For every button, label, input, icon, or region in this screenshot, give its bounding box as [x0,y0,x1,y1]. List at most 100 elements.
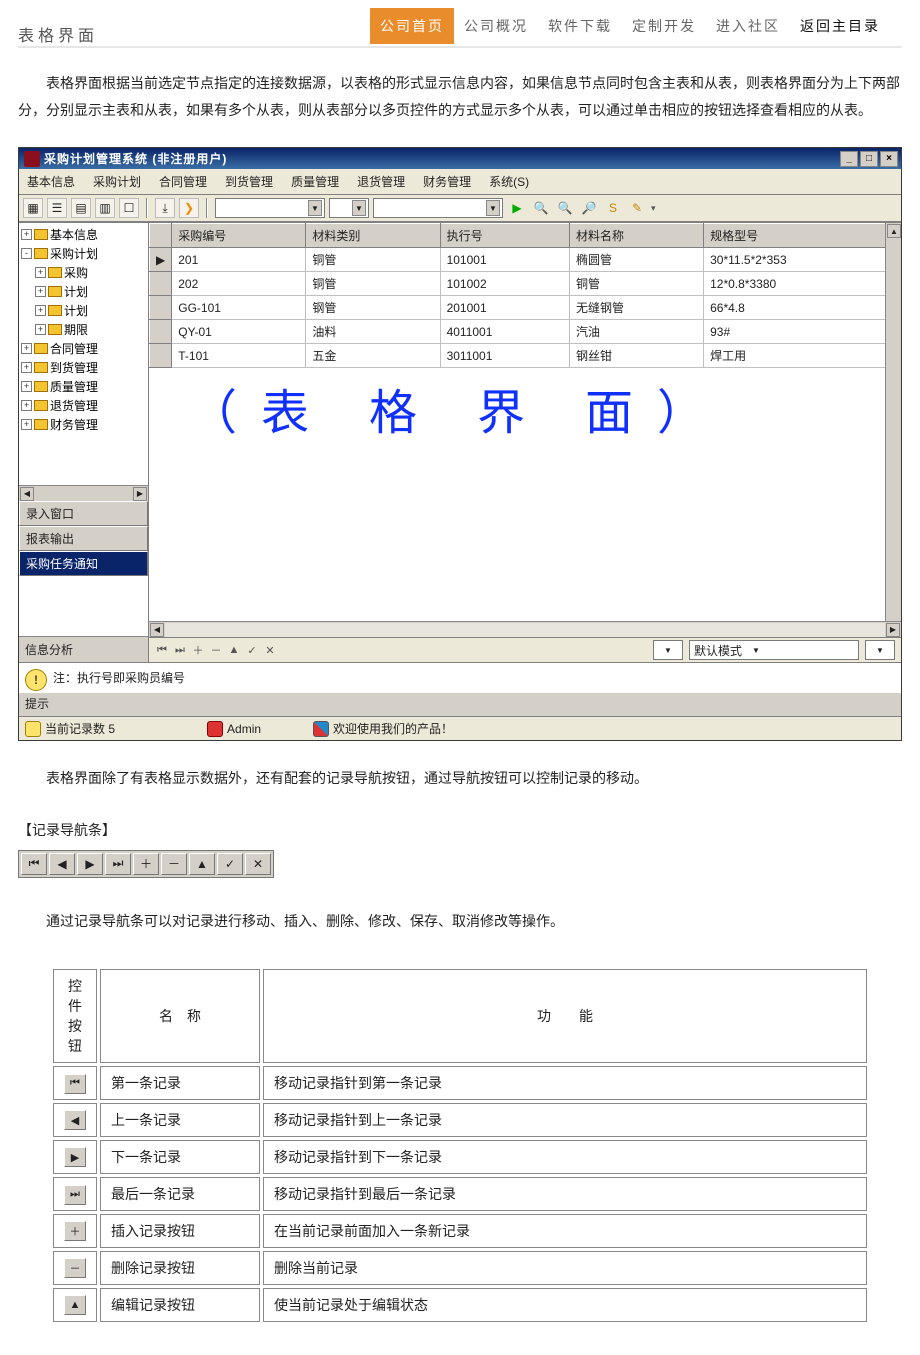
grid-cell[interactable]: GG-101 [172,296,306,320]
grid-cell[interactable]: 201001 [440,296,569,320]
menu-purchase-plan[interactable]: 采购计划 [93,173,141,190]
toolbar-btn-4[interactable]: ▥ [95,198,115,218]
menu-finance[interactable]: 财务管理 [423,173,471,190]
nav-edit-icon[interactable]: ▲ [227,644,241,656]
recnav-button[interactable]: － [161,853,187,875]
grid-cell[interactable]: 202 [172,272,306,296]
tree-expand-icon[interactable]: + [35,286,46,297]
mode-dropdown[interactable]: 默认模式 ▼ [689,640,859,660]
menu-return[interactable]: 退货管理 [357,173,405,190]
grid-cell[interactable]: QY-01 [172,320,306,344]
grid-cell[interactable]: 30*11.5*2*353 [704,248,901,272]
sidebar-button[interactable]: 报表输出 [19,526,148,551]
grid-cell[interactable]: 201 [172,248,306,272]
toolbar-dropdown-1[interactable]: ▼ [215,198,325,218]
toolbar-export-icon[interactable]: ⤓ [155,198,175,218]
recnav-button[interactable]: ◀ [49,853,75,875]
menu-quality[interactable]: 质量管理 [291,173,339,190]
tree-expand-icon[interactable]: + [35,267,46,278]
tree-item[interactable]: +期限 [21,320,146,339]
table-row[interactable]: T-101五金3011001钢丝钳焊工用 [150,344,901,368]
recnav-button[interactable]: ⏮ [21,853,47,875]
scroll-left-icon[interactable]: ◀ [20,487,34,501]
tree-expand-icon[interactable]: + [21,229,32,240]
tree-expand-icon[interactable]: - [21,248,32,259]
grid-cell[interactable]: 铜管 [306,272,440,296]
recnav-button[interactable]: ✕ [245,853,271,875]
tree-item[interactable]: -采购计划 [21,244,146,263]
zoom-icon[interactable]: 🔎 [579,198,599,218]
tree-item[interactable]: +计划 [21,301,146,320]
toolbar-btn-3[interactable]: ▤ [71,198,91,218]
close-button[interactable]: × [880,151,898,167]
sidebar-button[interactable]: 采购任务通知 [19,551,148,576]
tree-item[interactable]: +计划 [21,282,146,301]
grid-cell[interactable]: 66*4.8 [704,296,901,320]
grid-cell[interactable]: 4011001 [440,320,569,344]
nav-minus-icon[interactable]: － [209,642,223,658]
tree-expand-icon[interactable]: + [21,381,32,392]
grid-cell[interactable]: 101001 [440,248,569,272]
grid-cell[interactable]: 12*0.8*3380 [704,272,901,296]
toolbar-btn-1[interactable]: ▦ [23,198,43,218]
grid-vscroll[interactable]: ▲ [885,223,901,621]
nav-ok-icon[interactable]: ✓ [245,644,259,657]
tree-item[interactable]: +质量管理 [21,377,146,396]
scroll-up-icon[interactable]: ▲ [887,224,901,238]
grid-cell[interactable]: 焊工用 [704,344,901,368]
table-row[interactable]: QY-01油料4011001汽油93# [150,320,901,344]
maximize-button[interactable]: □ [860,151,878,167]
s-icon[interactable]: S [603,198,623,218]
minimize-button[interactable]: _ [840,151,858,167]
nav-first-icon[interactable]: ⏮ [155,644,169,657]
grid-cell[interactable]: 油料 [306,320,440,344]
recnav-button[interactable]: ⏭ [105,853,131,875]
toolbar-btn-2[interactable]: ☰ [47,198,67,218]
grid-cell[interactable]: 椭圆管 [569,248,703,272]
pencil-icon[interactable]: ✎ [627,198,647,218]
recnav-button[interactable]: ＋ [133,853,159,875]
nav-add-icon[interactable]: ＋ [191,642,205,658]
grid-cell[interactable]: 铜管 [306,248,440,272]
tree-item[interactable]: +采购 [21,263,146,282]
toolbar-dropdown-2[interactable]: ▼ [329,198,369,218]
grid-cell[interactable]: T-101 [172,344,306,368]
sidebar-button[interactable]: 录入窗口 [19,501,148,526]
menu-arrive[interactable]: 到货管理 [225,173,273,190]
toolbar-arrow-icon[interactable]: ❯ [179,198,199,218]
scroll-right-icon[interactable]: ▶ [133,487,147,501]
search-icon[interactable]: 🔍 [531,198,551,218]
grid-column-header[interactable]: 采购编号 [172,224,306,248]
menu-contract[interactable]: 合同管理 [159,173,207,190]
scroll-left-icon[interactable]: ◀ [150,623,164,637]
data-grid[interactable]: 采购编号材料类别执行号材料名称规格型号 ▶201铜管101001椭圆管30*11… [149,223,901,368]
recnav-button[interactable]: ▶ [77,853,103,875]
nav-about[interactable]: 公司概况 [454,8,538,44]
tree-view[interactable]: +基本信息-采购计划+采购+计划+计划+期限+合同管理+到货管理+质量管理+退货… [19,223,148,485]
grid-cell[interactable]: 无缝钢管 [569,296,703,320]
tree-hscroll[interactable]: ◀ ▶ [19,485,148,501]
grid-cell[interactable]: 汽油 [569,320,703,344]
menu-basic-info[interactable]: 基本信息 [27,173,75,190]
menu-system[interactable]: 系统(S) [489,173,529,190]
grid-cell[interactable]: 钢丝钳 [569,344,703,368]
tree-expand-icon[interactable]: + [35,324,46,335]
grid-cell[interactable]: 3011001 [440,344,569,368]
recnav-button[interactable]: ✓ [217,853,243,875]
nav-dropdown-small[interactable]: ▼ [653,640,683,660]
nav-custom-dev[interactable]: 定制开发 [622,8,706,44]
table-row[interactable]: ▶201铜管101001椭圆管30*11.5*2*353 [150,248,901,272]
search-all-icon[interactable]: 🔍 [555,198,575,218]
tree-item[interactable]: +财务管理 [21,415,146,434]
tree-item[interactable]: +合同管理 [21,339,146,358]
nav-cancel-icon[interactable]: ✕ [263,644,277,657]
grid-cell[interactable]: 铜管 [569,272,703,296]
toolbar-btn-5[interactable]: ☐ [119,198,139,218]
sidebar-footer[interactable]: 信息分析 [19,636,148,662]
tree-expand-icon[interactable]: + [21,343,32,354]
tree-expand-icon[interactable]: + [21,419,32,430]
scroll-right-icon[interactable]: ▶ [886,623,900,637]
tree-item[interactable]: +基本信息 [21,225,146,244]
grid-cell[interactable]: 钢管 [306,296,440,320]
grid-column-header[interactable]: 执行号 [440,224,569,248]
